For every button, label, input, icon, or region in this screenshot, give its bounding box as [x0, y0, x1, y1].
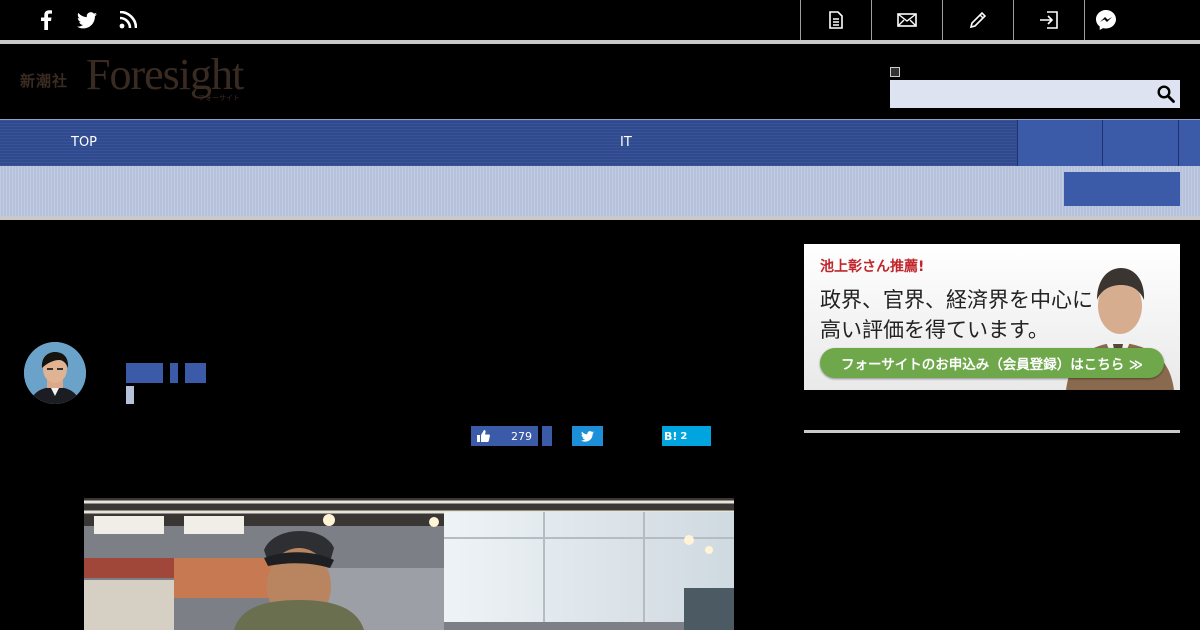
site-header: 新潮社 Foresight フォーサイト	[0, 44, 1200, 119]
nav-block-2[interactable]	[1102, 120, 1179, 166]
brand-sub: フォーサイト	[198, 94, 240, 102]
facebook-icon[interactable]	[34, 8, 58, 32]
author-meta-block	[126, 386, 134, 404]
hatena-bookmark-button[interactable]: B! 2	[662, 426, 711, 446]
subscription-banner[interactable]: 池上彰さん推薦! 政界、官界、経済界を中心に 高い評価を得ています。 フォーサイ…	[804, 244, 1180, 390]
search-input[interactable]	[890, 80, 1152, 108]
sub-nav-button[interactable]	[1064, 172, 1180, 206]
search-option-checkbox[interactable]	[890, 67, 900, 77]
ad-headline-1: 政界、官界、経済界を中心に	[820, 288, 1093, 312]
tweet-button[interactable]	[572, 426, 603, 446]
rss-icon[interactable]	[116, 8, 140, 32]
author-name-block	[185, 363, 206, 383]
nav-block-3[interactable]	[1178, 120, 1200, 166]
like-share-block[interactable]	[542, 426, 552, 446]
author-name-block[interactable]	[126, 363, 163, 383]
facebook-like-button[interactable]: 279	[471, 426, 538, 446]
nav-item-it[interactable]: IT	[620, 135, 632, 150]
author-avatar[interactable]	[24, 342, 86, 404]
pencil-icon[interactable]	[942, 0, 1013, 40]
ad-headline-2: 高い評価を得ています。	[820, 318, 1049, 342]
nav-block-1[interactable]	[1017, 120, 1103, 166]
messenger-icon[interactable]	[1084, 0, 1154, 40]
mail-icon[interactable]	[871, 0, 942, 40]
document-icon[interactable]	[800, 0, 871, 40]
ad-kicker: 池上彰さん推薦!	[820, 259, 925, 275]
nav-item-top[interactable]: TOP	[71, 135, 97, 150]
sub-nav-line	[0, 216, 1200, 220]
hatena-count: 2	[680, 430, 688, 442]
brand-ja: 新潮社	[20, 72, 69, 90]
article-photo	[84, 498, 734, 630]
top-bar	[0, 0, 1200, 40]
hatena-label: B!	[664, 429, 678, 443]
author-name-block	[170, 363, 178, 383]
sidebar-divider	[804, 430, 1180, 433]
login-icon[interactable]	[1013, 0, 1084, 40]
twitter-icon[interactable]	[75, 8, 99, 32]
like-count: 279	[511, 429, 532, 443]
main-nav: TOP IT	[0, 120, 1200, 166]
search-icon[interactable]	[1152, 80, 1180, 108]
ad-cta-button[interactable]: フォーサイトのお申込み（会員登録）はこちら ≫	[820, 348, 1164, 378]
sub-nav	[0, 166, 1200, 216]
